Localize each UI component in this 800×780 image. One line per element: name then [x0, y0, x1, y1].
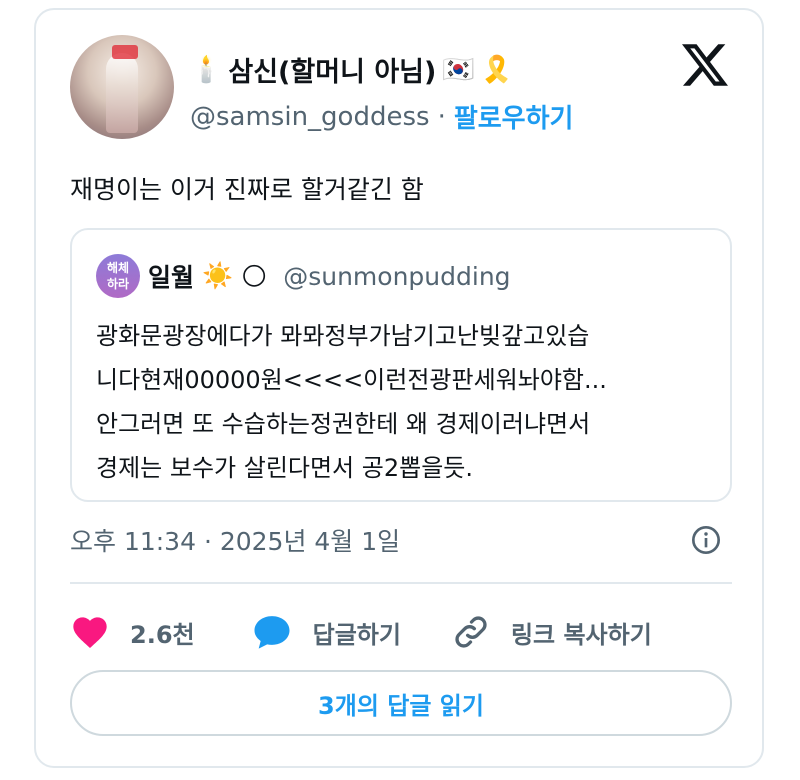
read-replies-label: 3개의 답글 읽기: [318, 691, 484, 720]
avatar-censor-mark: [112, 45, 138, 59]
ribbon-emoji: 🎗️: [480, 54, 514, 85]
tweet-text: 재명이는 이거 진짜로 할거같긴 함: [70, 175, 424, 204]
copy-link-action[interactable]: 링크 복사하기: [451, 612, 652, 652]
candle-emoji: 🕯️: [190, 54, 223, 85]
sun-emoji: ☀️: [202, 261, 234, 290]
quoted-line: 안그러면 또 수습하는정권한테 왜 경제이러냐면서: [96, 410, 591, 438]
action-bar: 2.6천 답글하기 링크 복사하기: [70, 610, 652, 654]
separator-dot: ·: [437, 101, 446, 132]
reply-action[interactable]: 답글하기: [251, 612, 401, 652]
tweet-card: 🕯️ 삼신(할머니 아님) 🇰🇷 🎗️ @samsin_goddess · 팔로…: [34, 8, 764, 768]
quoted-author-row: 일월 ☀️ 🌕 @sunmonpudding: [148, 258, 511, 294]
quoted-author-avatar[interactable]: 해체 하라: [96, 254, 140, 298]
quoted-tweet[interactable]: 해체 하라 일월 ☀️ 🌕 @sunmonpudding 광화문광장에다가 뫄뫄…: [70, 228, 732, 502]
reply-bubble-icon[interactable]: [251, 612, 293, 652]
quoted-line: 경제는 보수가 살린다면서 공2뽑을듯.: [96, 454, 473, 482]
quoted-line: 광화문광장에다가 뫄뫄정부가남기고난빚갚고있습: [96, 322, 590, 350]
tweet-timestamp[interactable]: 오후 11:34 · 2025년 4월 1일: [70, 522, 400, 558]
korea-flag-emoji: 🇰🇷: [442, 54, 475, 85]
author-name-row[interactable]: 🕯️ 삼신(할머니 아님) 🇰🇷 🎗️: [190, 50, 513, 89]
read-replies-button[interactable]: 3개의 답글 읽기: [70, 670, 732, 736]
quoted-avatar-text: 해체 하라: [106, 261, 130, 291]
quoted-line: 니다현재00000원<<<<이런전광판세워놔야함...: [96, 366, 607, 394]
like-action[interactable]: 2.6천: [70, 612, 195, 652]
x-logo-icon[interactable]: [682, 42, 728, 88]
author-handle[interactable]: @samsin_goddess: [190, 102, 430, 132]
like-count: 2.6천: [130, 620, 195, 649]
heart-icon[interactable]: [70, 612, 110, 652]
quoted-tweet-text: 광화문광장에다가 뫄뫄정부가남기고난빚갚고있습 니다현재00000원<<<<이런…: [96, 314, 607, 490]
copy-link-label: 링크 복사하기: [510, 620, 652, 649]
author-avatar[interactable]: [70, 35, 174, 139]
info-icon[interactable]: [690, 524, 722, 556]
moon-emoji: 🌕: [241, 261, 268, 291]
divider: [70, 582, 732, 584]
reply-label: 답글하기: [312, 620, 401, 649]
author-display-name: 삼신(할머니 아님): [228, 57, 437, 88]
author-handle-row: @samsin_goddess · 팔로우하기: [190, 98, 573, 135]
link-icon[interactable]: [451, 612, 491, 652]
quoted-display-name: 일월: [148, 263, 195, 292]
quoted-handle: @sunmonpudding: [283, 261, 511, 291]
follow-button[interactable]: 팔로우하기: [454, 98, 574, 135]
avatar-figure: [106, 53, 138, 133]
